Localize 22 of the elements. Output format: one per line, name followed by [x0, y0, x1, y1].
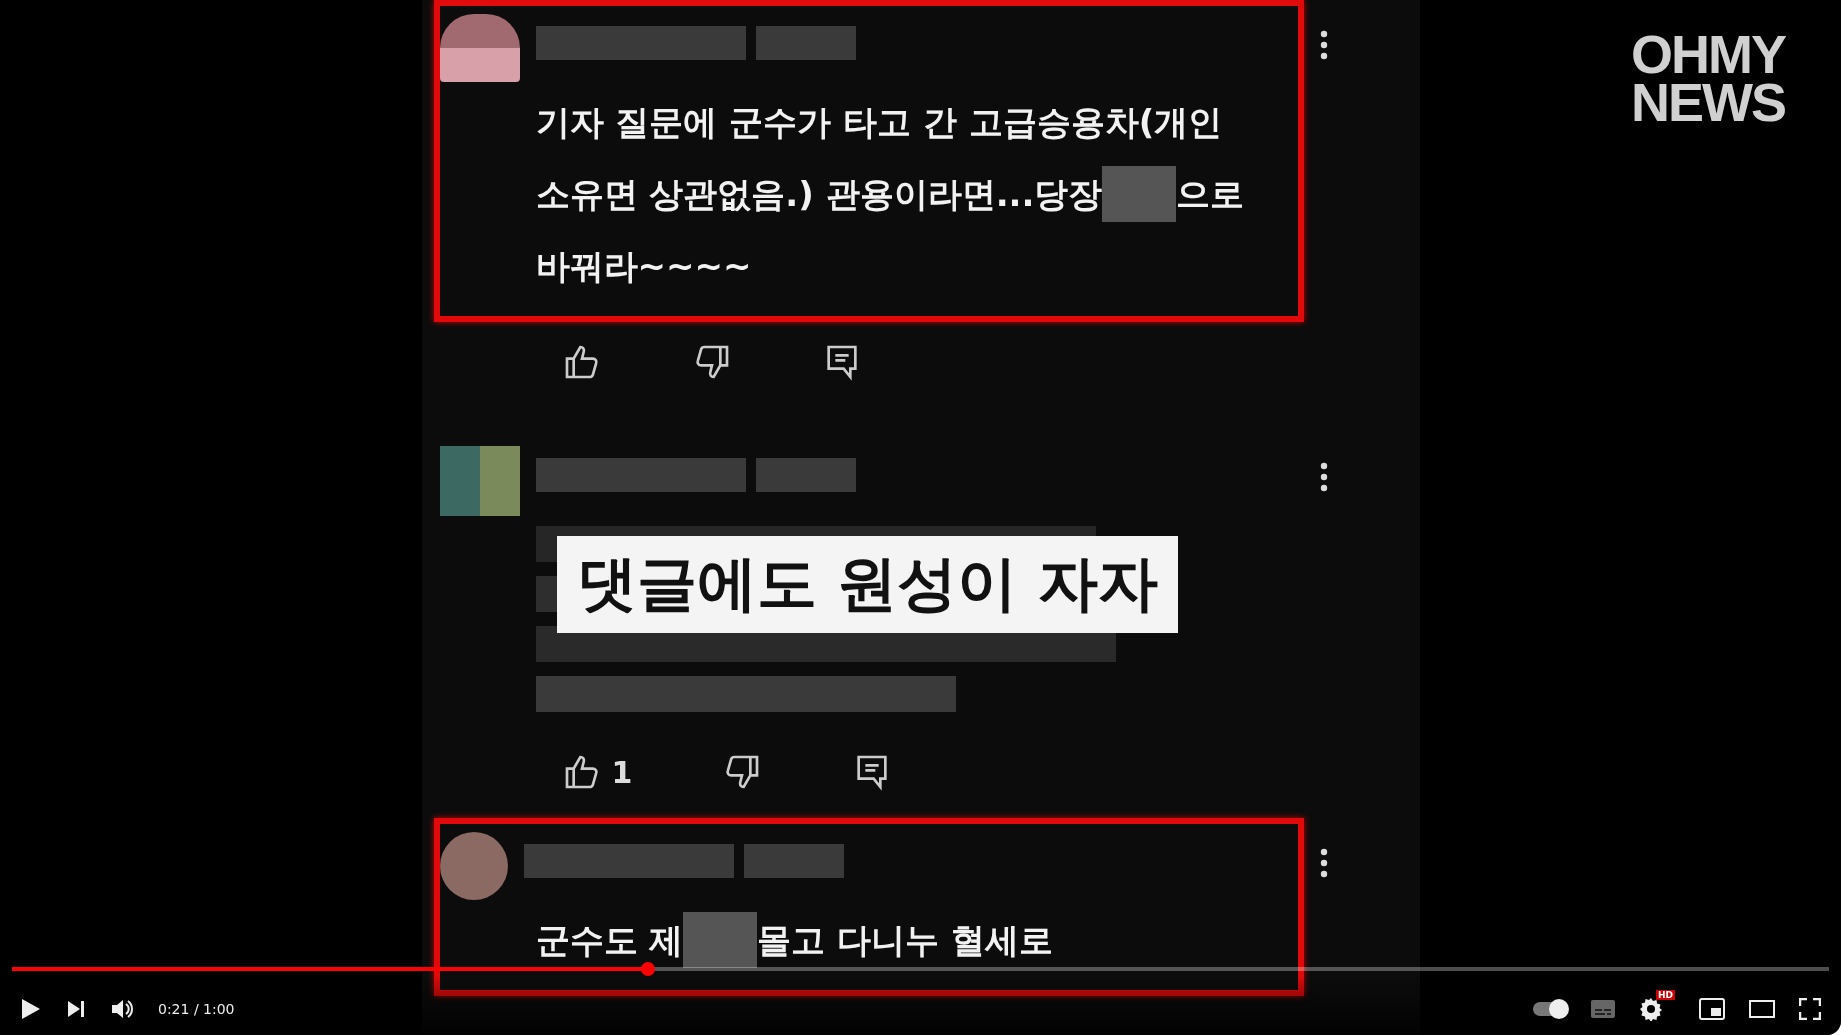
like-count: 1 [611, 754, 633, 790]
more-options-icon[interactable] [1319, 462, 1328, 492]
video-caption: 댓글에도 원성이 자자 [556, 536, 1179, 633]
comment-text: 바꿔라~~~~ [535, 245, 753, 288]
play-icon[interactable] [20, 997, 42, 1021]
miniplayer-icon[interactable] [1699, 998, 1725, 1020]
quality-badge: HD [1656, 990, 1675, 1000]
next-icon[interactable] [66, 999, 86, 1019]
comment-text: 소유면 상관없음.) 관용이라면...당장 으로 [535, 158, 1284, 230]
settings-button[interactable]: HD [1639, 990, 1675, 1021]
channel-logo: OHMY NEWS [1631, 30, 1785, 126]
fullscreen-icon[interactable] [1799, 998, 1821, 1020]
more-options-icon[interactable] [1319, 30, 1328, 60]
theater-mode-icon[interactable] [1749, 1000, 1775, 1018]
volume-icon[interactable] [110, 998, 134, 1020]
time-display: 0:21 / 1:00 [158, 1001, 235, 1017]
comment-text: 기자 질문에 군수가 타고 간 고급승용차(개인 [535, 101, 1224, 144]
comment-text: 군수도 제 몰고 다니누 혈세로 [535, 904, 1284, 976]
subtitles-icon[interactable] [1591, 1000, 1615, 1018]
more-options-icon[interactable] [1319, 848, 1328, 878]
autoplay-toggle[interactable] [1533, 1002, 1567, 1016]
video-player[interactable]: 기자 질문에 군수가 타고 간 고급승용차(개인 소유면 상관없음.) 관용이라면...당장 으로 바꿔라~~~~ 댓글에도 원성이 자자 1 군수도 제 몰고 다니누 혈세로 OHMY NEWS 0:21 / 1:00 HD [0, 0, 1841, 1035]
